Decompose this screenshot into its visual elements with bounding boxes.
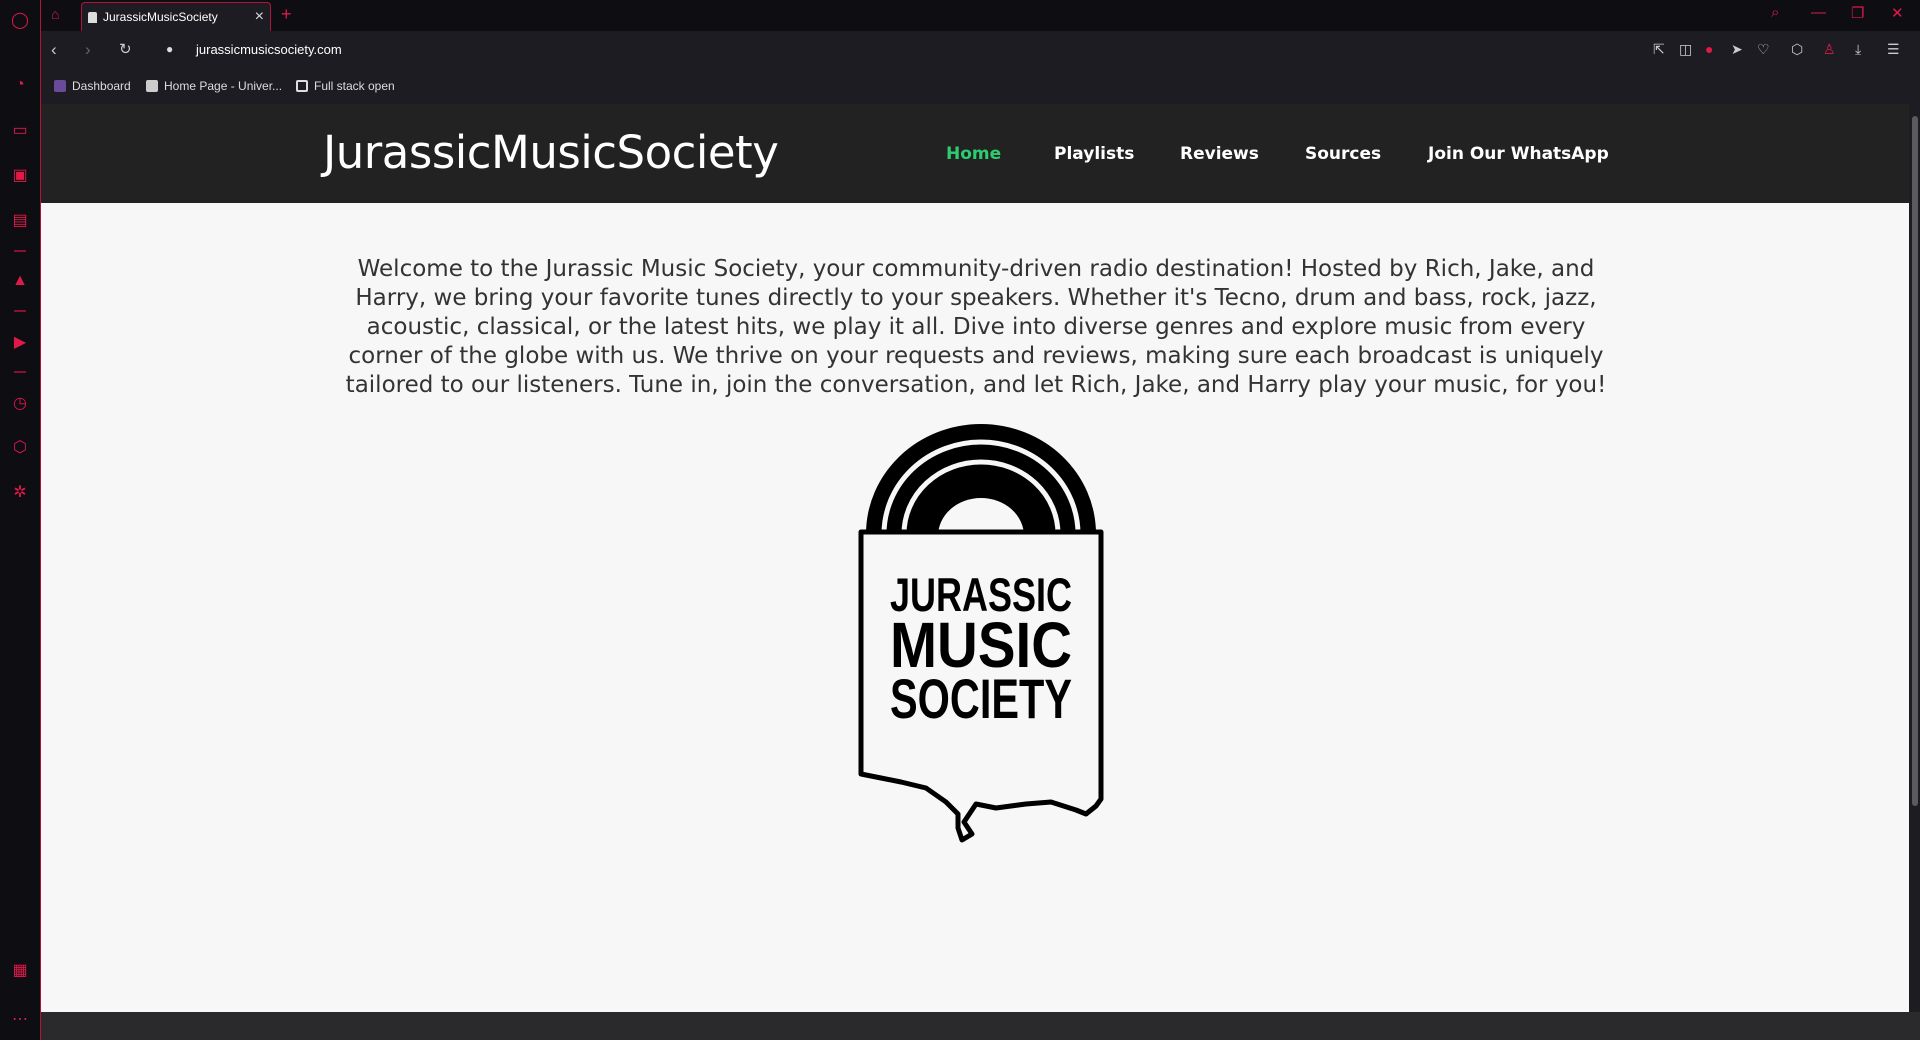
- profile-icon[interactable]: ♙: [1823, 41, 1836, 58]
- nav-reviews[interactable]: Reviews: [1180, 144, 1259, 164]
- extensions-icon[interactable]: ⬡: [0, 434, 40, 460]
- site-title[interactable]: JurassicMusicSociety: [323, 126, 779, 179]
- messenger-icon[interactable]: ▤: [0, 207, 40, 233]
- easy-setup-icon[interactable]: ☰: [1887, 41, 1900, 58]
- download-icon[interactable]: ⤓: [1855, 41, 1861, 58]
- browser-sidebar: ◯ ◔ ▭ ▣ ▤ ▲ ▶ ◷ ⬡ ✲ ▦ ⋯: [0, 0, 41, 1040]
- snapshot-icon[interactable]: ◫: [1679, 41, 1692, 58]
- history-icon[interactable]: ◷: [0, 390, 40, 416]
- page-icon: [146, 80, 158, 92]
- tab-bar: ⌂ JurassicMusicSociety × + ⌕ — ❐ ✕: [41, 0, 1920, 31]
- shopping-bag-icon[interactable]: ▭: [0, 117, 40, 143]
- more-icon[interactable]: ⋯: [0, 1006, 40, 1032]
- page-scrollbar[interactable]: [1909, 104, 1920, 1012]
- gallery-icon[interactable]: ▦: [0, 957, 40, 983]
- logo-word-3: SOCIETY: [890, 667, 1072, 730]
- opera-logo-icon[interactable]: ◯: [0, 7, 40, 33]
- tab-favicon-icon: [88, 11, 97, 23]
- minimize-icon[interactable]: —: [1811, 4, 1826, 21]
- close-window-icon[interactable]: ✕: [1891, 4, 1904, 22]
- page-footer-strip: [41, 1012, 1920, 1040]
- bookmark-label: Home Page - Univer...: [164, 79, 283, 93]
- bookmark-dashboard[interactable]: Dashboard: [54, 79, 131, 93]
- bookmarks-bar: Dashboard Home Page - Univer... Full sta…: [41, 71, 1920, 104]
- nav-whatsapp[interactable]: Join Our WhatsApp: [1428, 144, 1609, 164]
- bookmark-label: Full stack open: [314, 79, 395, 93]
- bookmark-home-page[interactable]: Home Page - Univer...: [146, 79, 282, 93]
- speed-dial-icon[interactable]: ◔: [0, 72, 40, 98]
- player-icon[interactable]: ▶: [0, 329, 40, 355]
- twitch-icon[interactable]: ▣: [0, 162, 40, 188]
- nav-home[interactable]: Home: [946, 144, 1001, 164]
- send-icon[interactable]: ➤: [1731, 41, 1743, 58]
- square-icon: [296, 80, 308, 92]
- address-bar: ‹ › ↻ ● jurassicmusicsociety.com ⇱ ◫ ● ➤…: [41, 31, 1920, 71]
- tab-close-icon[interactable]: ×: [255, 9, 264, 25]
- scroll-thumb[interactable]: [1912, 116, 1918, 806]
- forward-icon[interactable]: ›: [85, 40, 91, 60]
- new-tab-icon[interactable]: +: [281, 4, 292, 25]
- tab-title: JurassicMusicSociety: [103, 10, 218, 24]
- settings-icon[interactable]: ✲: [0, 479, 40, 505]
- search-tabs-icon[interactable]: ⌕: [1771, 4, 1779, 21]
- heart-icon[interactable]: ♡: [1757, 41, 1770, 58]
- nav-playlists[interactable]: Playlists: [1054, 144, 1134, 164]
- bookmark-label: Dashboard: [72, 79, 131, 93]
- intro-text: Welcome to the Jurassic Music Society, y…: [345, 256, 1607, 398]
- tab-active[interactable]: JurassicMusicSociety ×: [81, 2, 271, 31]
- nav-sources[interactable]: Sources: [1305, 144, 1381, 164]
- jms-logo: JURASSIC MUSIC SOCIETY: [858, 424, 1104, 843]
- aria-icon[interactable]: ▲: [0, 268, 40, 294]
- tab-menu-icon[interactable]: ⌂: [51, 6, 59, 22]
- site-header: JurassicMusicSociety Home Playlists Revi…: [41, 104, 1909, 203]
- bookmark-full-stack[interactable]: Full stack open: [296, 79, 395, 93]
- shield-icon: [54, 80, 66, 92]
- reload-icon[interactable]: ↻: [119, 40, 132, 58]
- back-icon[interactable]: ‹: [51, 40, 57, 60]
- adblock-icon[interactable]: ●: [1705, 41, 1713, 57]
- url-field[interactable]: jurassicmusicsociety.com: [196, 42, 342, 57]
- share-icon[interactable]: ⇱: [1653, 41, 1665, 58]
- restore-icon[interactable]: ❐: [1851, 4, 1864, 22]
- lock-icon: ●: [166, 42, 174, 56]
- extensions-toolbar-icon[interactable]: ⬡: [1791, 41, 1803, 58]
- page-viewport: JurassicMusicSociety Home Playlists Revi…: [41, 104, 1909, 1012]
